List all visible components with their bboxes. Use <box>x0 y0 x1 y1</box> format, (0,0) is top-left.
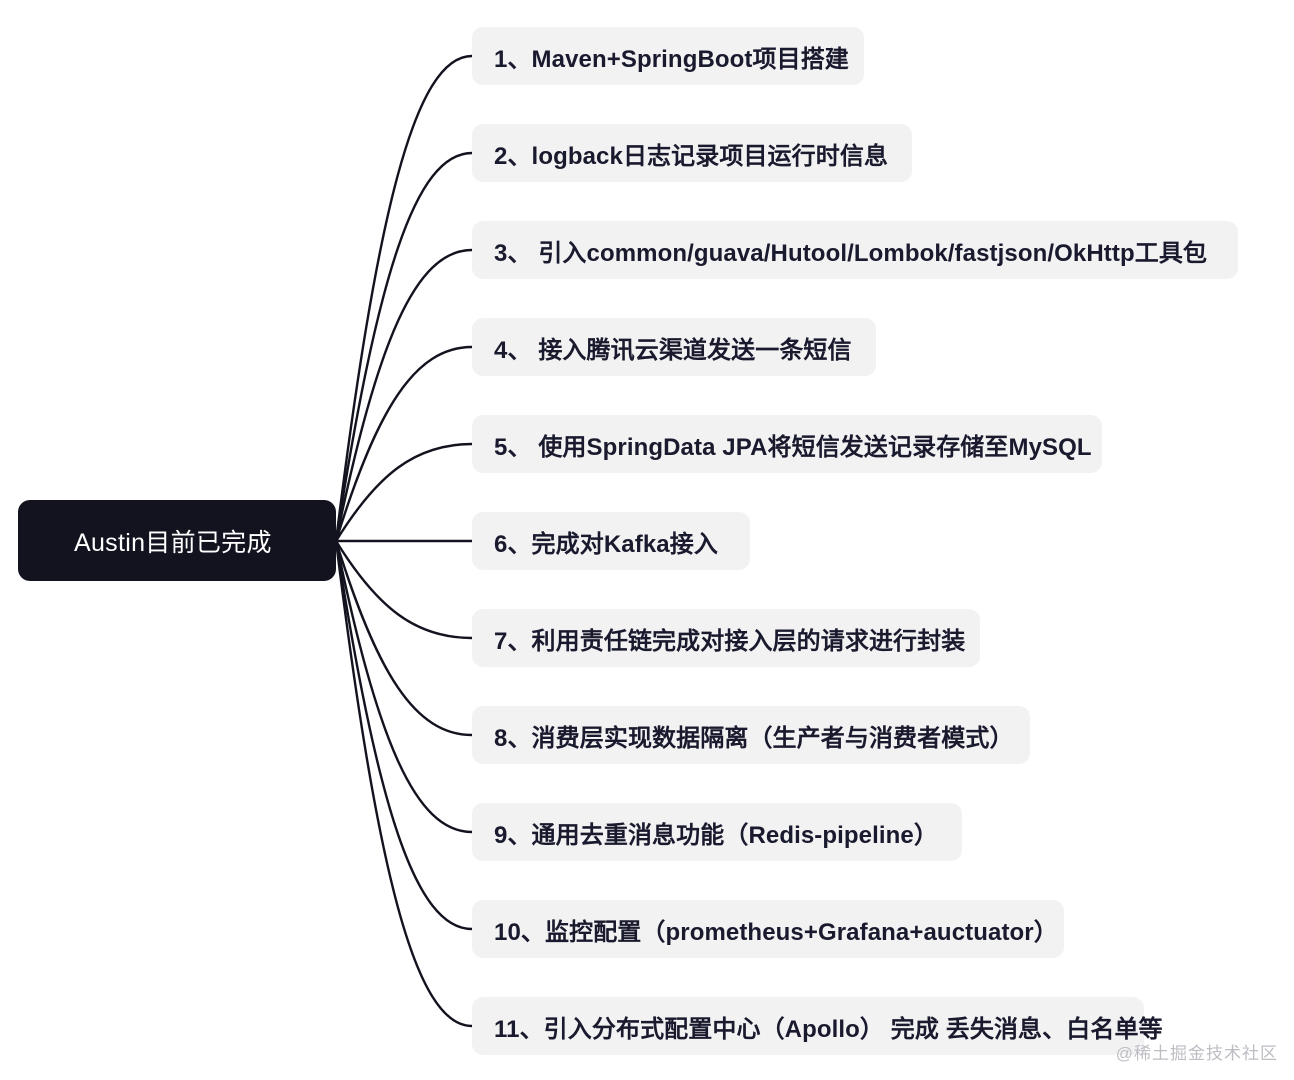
mindmap-branch-node[interactable]: 5、 使用SpringData JPA将短信发送记录存储至MySQL <box>472 415 1102 473</box>
mindmap-branch-node[interactable]: 9、通用去重消息功能（Redis-pipeline） <box>472 803 962 861</box>
mindmap-branch-node[interactable]: 8、消费层实现数据隔离（生产者与消费者模式） <box>472 706 1030 764</box>
branch-node-label: 1、Maven+SpringBoot项目搭建 <box>494 45 849 73</box>
mindmap-branch-node[interactable]: 7、利用责任链完成对接入层的请求进行封装 <box>472 609 980 667</box>
branch-node-label: 3、 引入common/guava/Hutool/Lombok/fastjson… <box>494 239 1208 267</box>
mindmap-root-node[interactable]: Austin目前已完成 <box>18 500 336 581</box>
branch-node-label: 7、利用责任链完成对接入层的请求进行封装 <box>494 627 966 655</box>
branch-node-label: 11、引入分布式配置中心（Apollo） 完成 丢失消息、白名单等 <box>494 1015 1163 1043</box>
mindmap-connector <box>334 539 474 640</box>
mindmap-connector <box>334 345 474 543</box>
mindmap-connector <box>334 442 474 543</box>
branch-node-label: 6、完成对Kafka接入 <box>494 530 718 558</box>
branch-node-label: 2、logback日志记录项目运行时信息 <box>494 142 889 170</box>
mindmap-branch-node[interactable]: 3、 引入common/guava/Hutool/Lombok/fastjson… <box>472 221 1238 279</box>
mindmap-branch-node[interactable]: 1、Maven+SpringBoot项目搭建 <box>472 27 864 85</box>
mindmap-branch-node[interactable]: 10、监控配置（prometheus+Grafana+auctuator） <box>472 900 1064 958</box>
branch-node-label: 8、消费层实现数据隔离（生产者与消费者模式） <box>494 724 1014 752</box>
mindmap-connector <box>334 539 474 737</box>
mindmap-canvas: Austin目前已完成 1、Maven+SpringBoot项目搭建 2、logb… <box>0 0 1294 1080</box>
mindmap-connector <box>334 54 474 543</box>
watermark-label: @稀土掘金技术社区 <box>1115 1044 1278 1063</box>
mindmap-connector <box>334 539 474 834</box>
mindmap-branch-node[interactable]: 6、完成对Kafka接入 <box>472 512 750 570</box>
branch-node-label: 9、通用去重消息功能（Redis-pipeline） <box>494 821 938 849</box>
branch-node-label: 4、 接入腾讯云渠道发送一条短信 <box>494 336 852 364</box>
mindmap-connector <box>334 539 474 1028</box>
mindmap-branch-node[interactable]: 4、 接入腾讯云渠道发送一条短信 <box>472 318 876 376</box>
mindmap-branch-node[interactable]: 11、引入分布式配置中心（Apollo） 完成 丢失消息、白名单等 <box>472 997 1163 1055</box>
root-node-label: Austin目前已完成 <box>74 528 272 557</box>
mindmap-connector <box>334 151 474 543</box>
mindmap-connector <box>334 539 474 931</box>
mindmap-connector <box>334 248 474 543</box>
mindmap-branch-node[interactable]: 2、logback日志记录项目运行时信息 <box>472 124 912 182</box>
branch-node-label: 5、 使用SpringData JPA将短信发送记录存储至MySQL <box>494 433 1092 461</box>
branch-node-label: 10、监控配置（prometheus+Grafana+auctuator） <box>494 918 1058 946</box>
